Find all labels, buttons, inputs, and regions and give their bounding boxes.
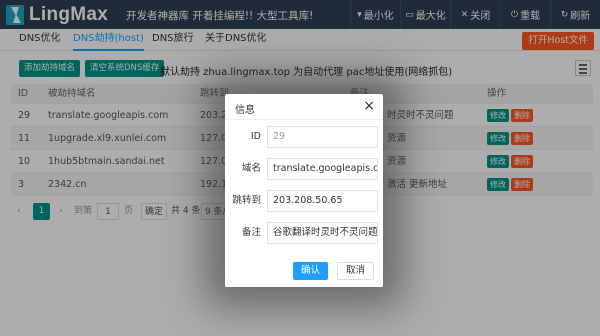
- id-field-row: ID 29: [225, 126, 383, 148]
- domain-input[interactable]: translate.googleapis.com: [267, 158, 378, 180]
- id-field[interactable]: 29: [267, 126, 378, 148]
- cancel-button[interactable]: 取消: [337, 262, 375, 280]
- note-input[interactable]: 谷歌翻译时灵时不灵问题: [267, 222, 378, 244]
- domain-label: 域名: [241, 163, 261, 174]
- close-icon[interactable]: ×: [363, 98, 375, 114]
- dialog-title: 信息: [235, 105, 255, 116]
- target-field-row: 跳转到 203.208.50.65: [225, 190, 383, 212]
- confirm-button[interactable]: 确认: [293, 262, 329, 280]
- note-field-row: 备注 谷歌翻译时灵时不灵问题: [225, 222, 383, 244]
- note-label: 备注: [241, 227, 261, 238]
- id-label: ID: [250, 131, 261, 142]
- target-label: 跳转到: [232, 195, 261, 206]
- dialog-header: 信息 ×: [225, 94, 383, 120]
- info-dialog: 信息 × ID 29 域名 translate.googleapis.com 跳…: [225, 94, 383, 287]
- target-ip-input[interactable]: 203.208.50.65: [267, 190, 378, 212]
- domain-field-row: 域名 translate.googleapis.com: [225, 158, 383, 180]
